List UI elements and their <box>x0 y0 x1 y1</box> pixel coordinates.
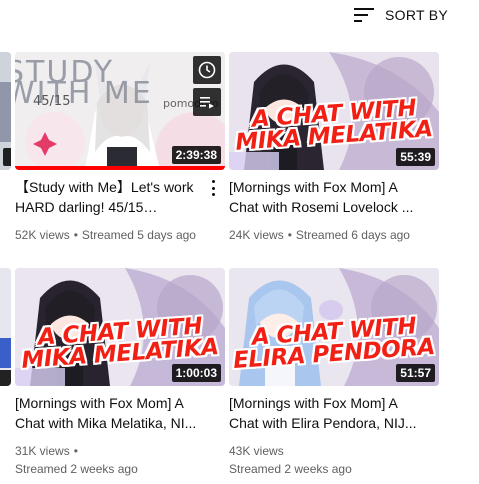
partial-video-thumbnail[interactable] <box>0 52 11 170</box>
add-to-queue-button[interactable] <box>193 88 221 116</box>
video-title[interactable]: [Mornings with Fox Mom] A Chat with Elir… <box>229 393 424 433</box>
sort-by-button[interactable]: SORT BY <box>354 4 448 26</box>
video-title[interactable]: [Mornings with Fox Mom] A Chat with Mika… <box>15 393 210 433</box>
video-thumbnail[interactable]: A CHAT WITH ELIRA PENDORA 51:57 <box>229 268 439 386</box>
duration-badge: 2:39:38 <box>171 146 221 164</box>
thumbnail-counter-text: 45/15 <box>33 94 71 109</box>
duration-badge: 51:57 <box>396 364 435 382</box>
add-to-queue-icon <box>200 97 214 109</box>
video-metadata: 24K views • Streamed 6 days ago <box>229 228 410 242</box>
view-count: 52K views <box>15 228 70 242</box>
duration-badge: 1:00:03 <box>171 364 221 382</box>
watch-progress-fill <box>15 166 225 170</box>
more-actions-button[interactable] <box>209 179 217 197</box>
video-title[interactable]: 【Study with Me】Let's work HARD darling! … <box>15 177 210 217</box>
video-thumbnail[interactable]: STUDY WITH ME 45/15 pomodoro 2:39:38 <box>15 52 225 170</box>
stream-date: Streamed 2 weeks ago <box>229 462 352 476</box>
clock-icon <box>198 61 216 79</box>
more-vert-icon <box>211 180 215 183</box>
view-count: 24K views <box>229 228 284 242</box>
view-count-line: 31K views • <box>15 444 78 458</box>
sort-icon <box>354 8 374 22</box>
thumbnail-art <box>0 268 11 386</box>
watch-later-button[interactable] <box>193 56 221 84</box>
video-metadata: 52K views • Streamed 5 days ago <box>15 228 196 242</box>
duration-badge: 55:39 <box>396 148 435 166</box>
stream-date: Streamed 5 days ago <box>81 228 196 242</box>
video-title[interactable]: [Mornings with Fox Mom] A Chat with Rose… <box>229 177 424 217</box>
duration-badge-partial <box>3 148 11 166</box>
view-count: 31K views <box>15 444 70 458</box>
view-count: 43K views <box>229 444 284 458</box>
partial-video-thumbnail[interactable] <box>0 268 11 386</box>
stream-date: Streamed 2 weeks ago <box>15 462 138 476</box>
video-thumbnail[interactable]: A CHAT WITH MIKA MELATIKA 1:00:03 <box>15 268 225 386</box>
sort-by-label: SORT BY <box>385 7 449 23</box>
stream-date: Streamed 6 days ago <box>295 228 410 242</box>
watch-progress-bar <box>15 166 225 170</box>
video-thumbnail[interactable]: A CHAT WITH MIKA MELATIKA 55:39 <box>229 52 439 170</box>
